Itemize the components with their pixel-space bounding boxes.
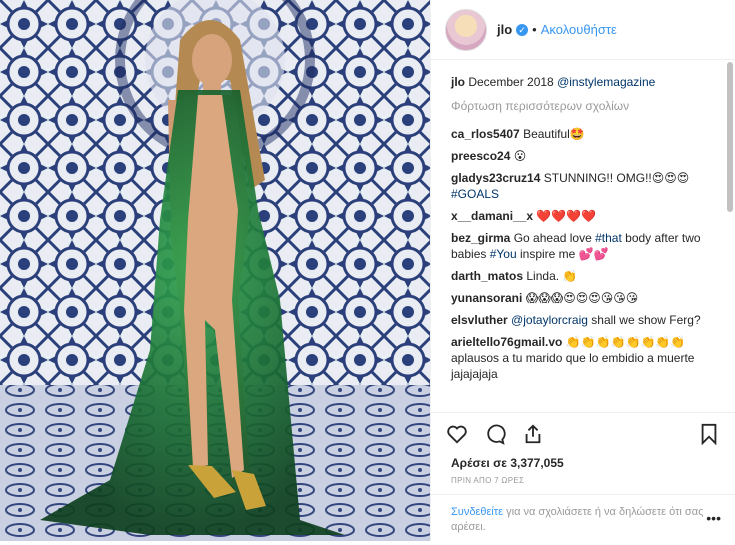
comments-scrollbar[interactable] xyxy=(727,62,733,212)
login-prompt: Συνδεθείτε για να σχολιάσετε ή να δηλώσε… xyxy=(431,494,735,545)
share-icon[interactable] xyxy=(521,422,545,446)
post-sidebar: jlo ✓ • Ακολουθήστε jlo December 2018 @i… xyxy=(430,0,735,541)
caption-username[interactable]: jlo xyxy=(451,75,465,89)
caption-mention[interactable]: @instylemagazine xyxy=(557,75,655,89)
comment-text: 👏👏👏👏👏👏👏👏 xyxy=(565,335,686,349)
comment-text: ❤️❤️❤️❤️ xyxy=(536,209,597,223)
comment-text: Linda. 👏 xyxy=(526,269,578,283)
comment-hashtag[interactable]: #GOALS xyxy=(451,187,499,201)
comment-username[interactable]: yunansorani xyxy=(451,291,522,305)
comment-text: 😱😱😱😍😍😍😘😘😘 xyxy=(525,291,639,305)
comment: yunansorani 😱😱😱😍😍😍😘😘😘 xyxy=(451,290,715,306)
bookmark-icon[interactable] xyxy=(697,422,721,446)
comment-username[interactable]: ca_rlos5407 xyxy=(451,127,520,141)
comment: gladys23cruz14 STUNNING!! OMG!!😍😍😍 #GOAL… xyxy=(451,170,715,202)
comment-username[interactable]: bez_girma xyxy=(451,231,510,245)
comment-username[interactable]: arieltello76gmail.vo xyxy=(451,335,562,349)
comment-username[interactable]: elsvluther xyxy=(451,313,508,327)
comment-text: inspire me 💕💕 xyxy=(520,247,609,261)
comment: preesco24 😮 xyxy=(451,148,715,164)
verified-icon: ✓ xyxy=(516,23,529,36)
comment-text: Go ahead love xyxy=(513,231,592,245)
login-link[interactable]: Συνδεθείτε xyxy=(451,506,503,518)
comment-hashtag[interactable]: #that xyxy=(595,231,622,245)
comment-text: 😮 xyxy=(513,149,527,163)
comment: arieltello76gmail.vo 👏👏👏👏👏👏👏👏 aplausos a… xyxy=(451,334,715,382)
comment-username[interactable]: gladys23cruz14 xyxy=(451,171,540,185)
avatar[interactable] xyxy=(445,8,487,51)
comment-text: Beautiful🤩 xyxy=(523,127,585,141)
instagram-post: jlo ✓ • Ακολουθήστε jlo December 2018 @i… xyxy=(0,0,735,541)
likes-count[interactable]: Αρέσει σε 3,377,055 xyxy=(451,456,564,470)
load-more-comments[interactable]: Φόρτωση περισσότερων σχολίων xyxy=(451,98,715,114)
comment-hashtag[interactable]: #You xyxy=(490,247,517,261)
comment-icon[interactable] xyxy=(483,422,507,446)
post-actions xyxy=(431,412,735,454)
photo-illustration xyxy=(0,0,430,541)
comment-username[interactable]: darth_matos xyxy=(451,269,523,283)
comment-text: aplausos a tu marido que lo embidio a mu… xyxy=(451,351,695,381)
post-timestamp: ΠΡΙΝ ΑΠΟ 7 ΩΡΕΣ xyxy=(451,476,525,485)
comment-mention[interactable]: @jotaylorcraig xyxy=(511,313,588,327)
comment: bez_girma Go ahead love #that body after… xyxy=(451,230,715,262)
heart-icon[interactable] xyxy=(445,422,469,446)
comment-text: STUNNING!! OMG!!😍😍😍 xyxy=(543,171,690,185)
comment-username[interactable]: x__damani__x xyxy=(451,209,533,223)
comment-text: shall we show Ferg? xyxy=(591,313,701,327)
comment: ca_rlos5407 Beautiful🤩 xyxy=(451,126,715,142)
comment: elsvluther @jotaylorcraig shall we show … xyxy=(451,312,715,328)
caption-text: December 2018 xyxy=(468,75,554,89)
separator-dot: • xyxy=(532,22,537,37)
comments-list[interactable]: jlo December 2018 @instylemagazine Φόρτω… xyxy=(431,60,725,412)
comment: x__damani__x ❤️❤️❤️❤️ xyxy=(451,208,715,224)
more-icon[interactable]: ••• xyxy=(706,510,721,526)
follow-button[interactable]: Ακολουθήστε xyxy=(541,22,617,37)
comment-username[interactable]: preesco24 xyxy=(451,149,510,163)
username[interactable]: jlo xyxy=(497,22,512,37)
caption: jlo December 2018 @instylemagazine xyxy=(451,74,715,90)
post-photo[interactable] xyxy=(0,0,430,541)
comment: darth_matos Linda. 👏 xyxy=(451,268,715,284)
post-header: jlo ✓ • Ακολουθήστε xyxy=(431,0,735,60)
